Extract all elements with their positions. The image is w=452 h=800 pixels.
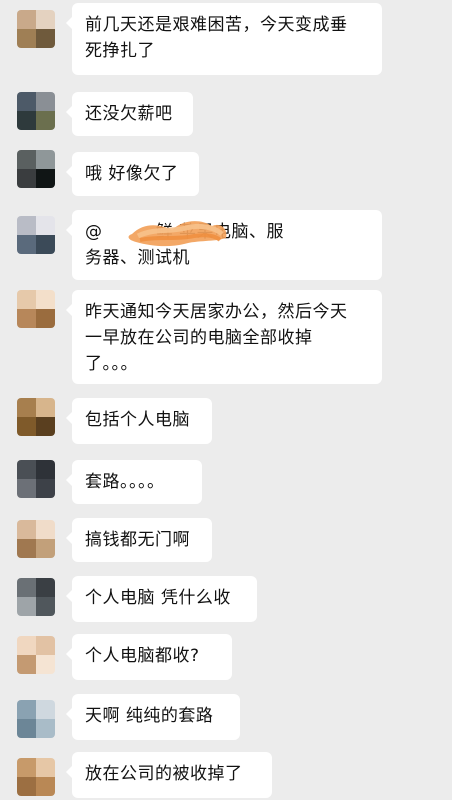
message-bubble[interactable]: 放在公司的被收掉了 (66, 752, 272, 798)
chat-window: 前几天还是艰难困苦，今天变成垂 死挣扎了 还没欠薪吧 哦 好像欠了 @ 鲜 苹果… (0, 0, 452, 800)
avatar-pixel (36, 216, 55, 235)
message-bubble[interactable]: 昨天通知今天居家办公，然后今天 一早放在公司的电脑全部收掉 了。。。 (66, 290, 382, 384)
avatar-pixel (17, 700, 36, 719)
avatar[interactable] (17, 460, 55, 498)
avatar-pixel (17, 235, 36, 254)
avatar-pixel (36, 169, 55, 188)
message-bubble[interactable]: 前几天还是艰难困苦，今天变成垂 死挣扎了 (66, 3, 382, 75)
avatar-pixel (17, 309, 36, 328)
message-bubble[interactable]: 还没欠薪吧 (66, 92, 193, 136)
message-bubble[interactable]: 天啊 纯纯的套路 (66, 694, 240, 740)
avatar-pixel (17, 777, 36, 796)
avatar-pixel (36, 417, 55, 436)
avatar[interactable] (17, 92, 55, 130)
avatar-pixel (17, 417, 36, 436)
avatar-pixel (17, 150, 36, 169)
avatar-pixel (36, 539, 55, 558)
avatar-pixel (36, 398, 55, 417)
avatar-pixel (17, 111, 36, 130)
message-bubble[interactable]: 个人电脑 凭什么收 (66, 576, 257, 622)
avatar[interactable] (17, 636, 55, 674)
avatar-pixel (36, 597, 55, 616)
avatar-pixel (36, 758, 55, 777)
avatar[interactable] (17, 216, 55, 254)
avatar-pixel (36, 777, 55, 796)
avatar[interactable] (17, 700, 55, 738)
avatar[interactable] (17, 398, 55, 436)
avatar[interactable] (17, 290, 55, 328)
avatar-pixel (17, 539, 36, 558)
avatar-pixel (36, 460, 55, 479)
avatar[interactable] (17, 520, 55, 558)
message-bubble[interactable]: @ 鲜 苹果电脑、服 务器、测试机 (66, 210, 382, 280)
avatar-pixel (17, 719, 36, 738)
avatar-pixel (17, 92, 36, 111)
avatar-pixel (17, 758, 36, 777)
avatar-pixel (17, 169, 36, 188)
avatar-pixel (36, 150, 55, 169)
avatar-pixel (17, 398, 36, 417)
avatar-pixel (17, 216, 36, 235)
avatar-pixel (17, 578, 36, 597)
avatar-pixel (17, 655, 36, 674)
avatar-pixel (36, 520, 55, 539)
avatar-pixel (36, 578, 55, 597)
avatar-pixel (36, 290, 55, 309)
avatar-pixel (36, 92, 55, 111)
avatar-pixel (17, 10, 36, 29)
avatar-pixel (36, 309, 55, 328)
message-bubble[interactable]: 个人电脑都收? (66, 634, 232, 680)
avatar-pixel (17, 479, 36, 498)
avatar[interactable] (17, 10, 55, 48)
avatar-pixel (36, 655, 55, 674)
avatar-pixel (17, 290, 36, 309)
avatar-pixel (17, 636, 36, 655)
avatar-pixel (36, 719, 55, 738)
message-bubble[interactable]: 套路。。。。 (66, 460, 202, 504)
avatar-pixel (36, 29, 55, 48)
avatar-pixel (36, 636, 55, 655)
avatar[interactable] (17, 150, 55, 188)
message-bubble[interactable]: 搞钱都无门啊 (66, 518, 212, 562)
avatar-pixel (17, 597, 36, 616)
avatar-pixel (17, 460, 36, 479)
avatar-pixel (36, 235, 55, 254)
message-bubble[interactable]: 包括个人电脑 (66, 398, 212, 444)
avatar[interactable] (17, 578, 55, 616)
avatar[interactable] (17, 758, 55, 796)
message-bubble[interactable]: 哦 好像欠了 (66, 152, 199, 196)
avatar-pixel (36, 111, 55, 130)
avatar-pixel (36, 700, 55, 719)
avatar-pixel (36, 479, 55, 498)
avatar-pixel (17, 520, 36, 539)
avatar-pixel (17, 29, 36, 48)
avatar-pixel (36, 10, 55, 29)
